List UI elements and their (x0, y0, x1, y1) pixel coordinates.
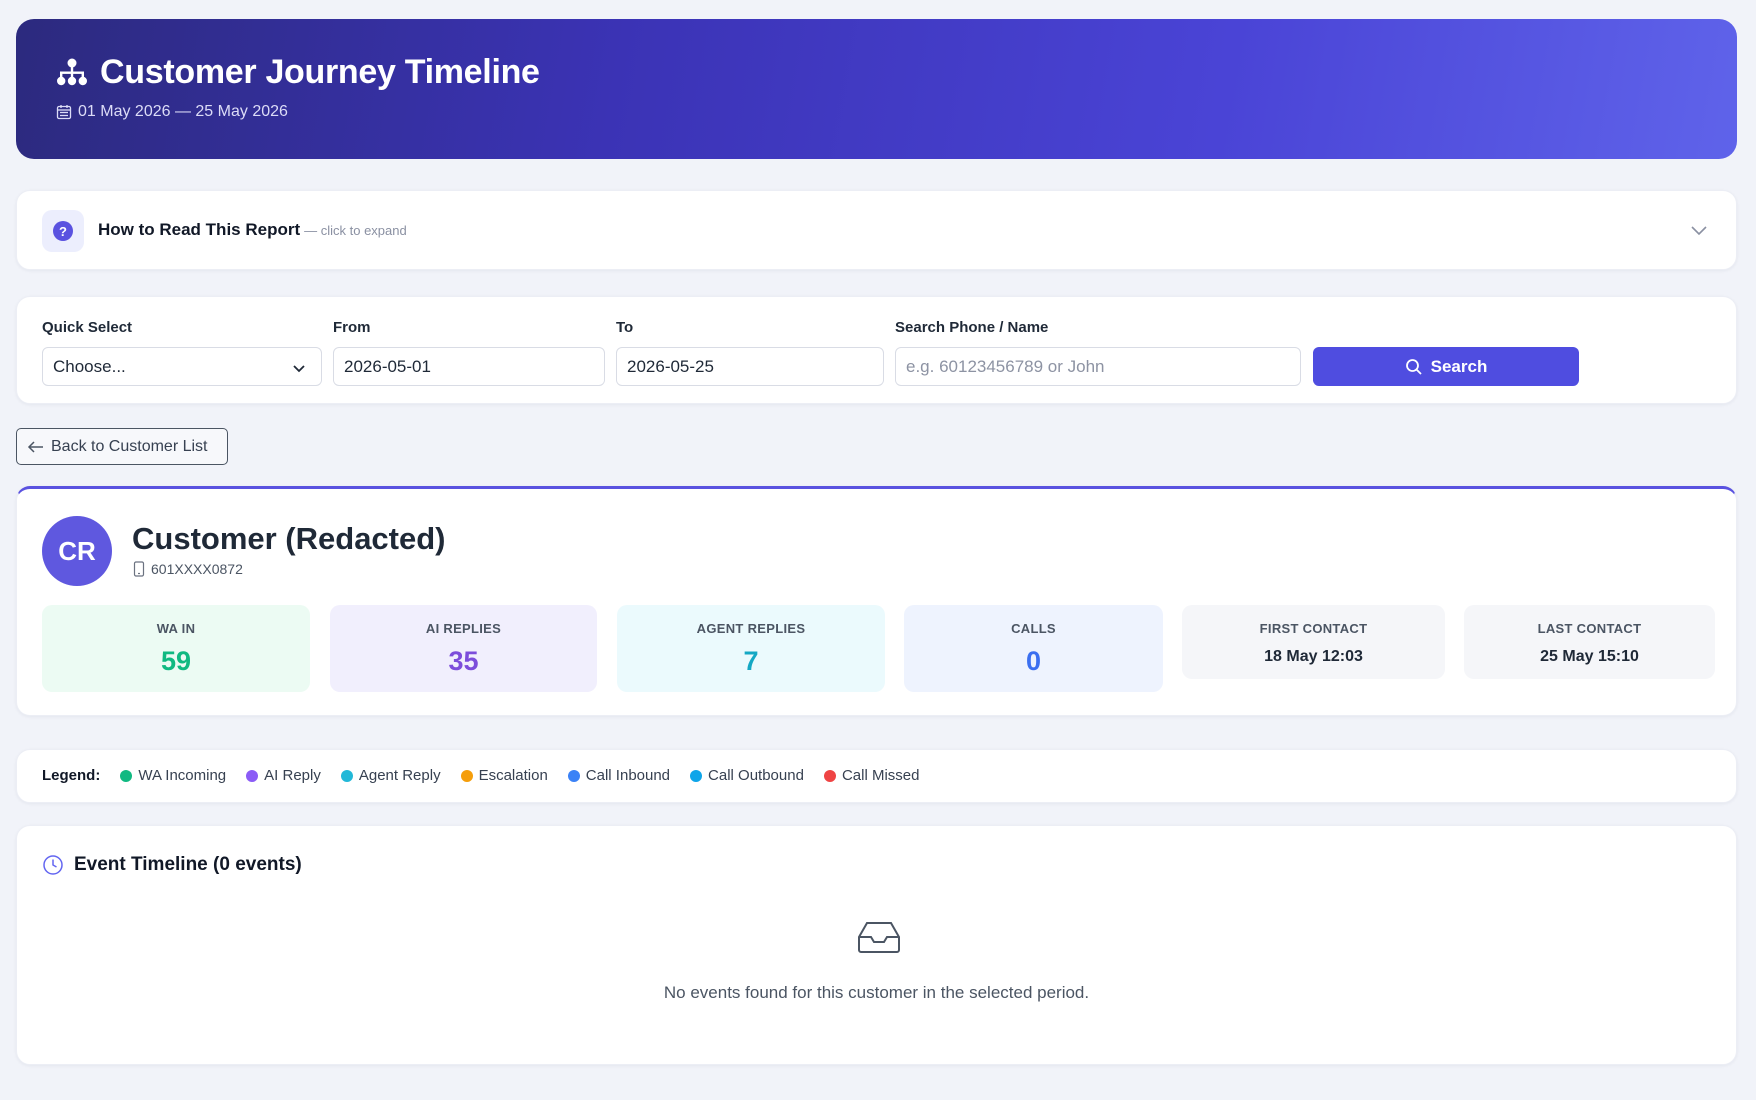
back-button-label: Back to Customer List (51, 437, 208, 455)
avatar: CR (42, 516, 112, 586)
stat-label: LAST CONTACT (1537, 621, 1642, 636)
legend-dot (460, 769, 473, 782)
page-header: Customer Journey Timeline 01 May 2026 — … (16, 19, 1737, 159)
how-to-read-title: How to Read This Report — click to expand (98, 220, 407, 240)
stat-first-contact: FIRST CONTACT 18 May 12:03 (1182, 605, 1445, 679)
stat-ai-replies: AI REPLIES 35 (330, 605, 597, 692)
legend-dot (120, 769, 133, 782)
from-date-value: 2026-05-01 (344, 356, 431, 376)
to-date-value: 2026-05-25 (627, 356, 714, 376)
legend-item-call-missed: Call Missed (823, 767, 920, 784)
calendar-icon (56, 105, 72, 120)
legend-dot (567, 769, 580, 782)
stat-value: 59 (160, 646, 192, 676)
legend-item-ai-reply: AI Reply (246, 767, 321, 784)
search-button[interactable]: Search (1313, 347, 1579, 386)
sitemap-icon (57, 58, 87, 85)
stat-value: 35 (448, 646, 479, 676)
legend-label: Escalation (478, 767, 548, 784)
filter-bar: Quick Select Choose... From 2026-05-01 T… (16, 296, 1737, 404)
clock-icon (43, 855, 63, 875)
customer-summary-card: CR Customer (Redacted) 601XXXX0872 WA IN… (16, 486, 1737, 716)
back-to-customer-list-button[interactable]: Back to Customer List (16, 428, 228, 465)
customer-phone-number: 601XXXX0872 (151, 561, 243, 577)
stat-value: 25 May 15:10 (1540, 648, 1639, 665)
legend-item-wa-incoming: WA Incoming (120, 767, 226, 784)
stat-value: 7 (743, 646, 759, 676)
inbox-icon (858, 922, 900, 953)
from-label: From (333, 319, 371, 336)
date-range: 01 May 2026 — 25 May 2026 (56, 103, 288, 121)
legend-label: WA Incoming (138, 767, 227, 784)
stat-label: WA IN (156, 621, 196, 636)
stat-wa-in: WA IN 59 (42, 605, 310, 692)
legend-label: Agent Reply (358, 767, 441, 784)
search-placeholder: e.g. 60123456789 or John (906, 356, 1105, 376)
from-date-input[interactable]: 2026-05-01 (333, 347, 605, 386)
legend-title: Legend: (42, 767, 101, 784)
customer-name: Customer (Redacted) (132, 521, 446, 556)
chevron-down-icon[interactable] (1688, 219, 1710, 241)
legend-bar: Legend: WA Incoming AI Reply Agent Reply… (16, 749, 1737, 803)
legend: Legend: WA Incoming AI Reply Agent Reply… (42, 767, 919, 784)
how-to-read-panel[interactable]: ? How to Read This Report — click to expa… (16, 190, 1737, 270)
legend-label: AI Reply (264, 767, 321, 784)
search-input[interactable]: e.g. 60123456789 or John (895, 347, 1301, 386)
legend-item-call-outbound: Call Outbound (690, 767, 804, 784)
stat-label: FIRST CONTACT (1259, 621, 1368, 636)
legend-label: Call Outbound (708, 767, 804, 784)
event-timeline-title: Event Timeline (0 events) (42, 854, 302, 876)
search-button-label: Search (1430, 356, 1488, 376)
phone-icon (133, 561, 145, 577)
quick-select-value: Choose... (53, 356, 126, 376)
legend-item-agent-reply: Agent Reply (340, 767, 441, 784)
stat-calls: CALLS 0 (904, 605, 1163, 692)
stat-value: 18 May 12:03 (1264, 648, 1363, 665)
search-label: Search Phone / Name (895, 319, 1049, 336)
stat-value: 0 (1025, 646, 1042, 676)
legend-dot (690, 769, 703, 782)
legend-label: Call Missed (841, 767, 920, 784)
date-range-text: 01 May 2026 — 25 May 2026 (78, 103, 288, 120)
chevron-down-icon (293, 365, 305, 373)
legend-dot (340, 769, 353, 782)
to-label: To (616, 319, 634, 336)
quick-select-label: Quick Select (42, 319, 133, 336)
event-timeline-title-text: Event Timeline (0 events) (74, 854, 302, 875)
expand-hint: — click to expand (304, 223, 407, 238)
page-title-text: Customer Journey Timeline (100, 53, 540, 91)
empty-state-message: No events found for this customer in the… (663, 983, 1090, 1002)
how-to-read-label: How to Read This Report (98, 220, 301, 239)
stat-agent-replies: AGENT REPLIES 7 (617, 605, 885, 692)
stat-label: AGENT REPLIES (696, 621, 806, 636)
stat-last-contact: LAST CONTACT 25 May 15:10 (1464, 605, 1715, 679)
customer-phone: 601XXXX0872 (133, 561, 243, 577)
page-title: Customer Journey Timeline (54, 53, 540, 92)
stat-label: AI REPLIES (425, 621, 502, 636)
legend-item-escalation: Escalation (460, 767, 548, 784)
legend-dot (246, 769, 259, 782)
quick-select-dropdown[interactable]: Choose... (42, 347, 322, 386)
question-icon: ? (42, 210, 84, 252)
search-icon (1405, 358, 1422, 375)
legend-label: Call Inbound (585, 767, 671, 784)
to-date-input[interactable]: 2026-05-25 (616, 347, 884, 386)
event-timeline-panel: Event Timeline (0 events) No events foun… (16, 825, 1737, 1065)
stat-label: CALLS (1011, 621, 1056, 636)
arrow-left-icon (27, 440, 43, 453)
legend-dot (823, 769, 836, 782)
legend-item-call-inbound: Call Inbound (567, 767, 671, 784)
